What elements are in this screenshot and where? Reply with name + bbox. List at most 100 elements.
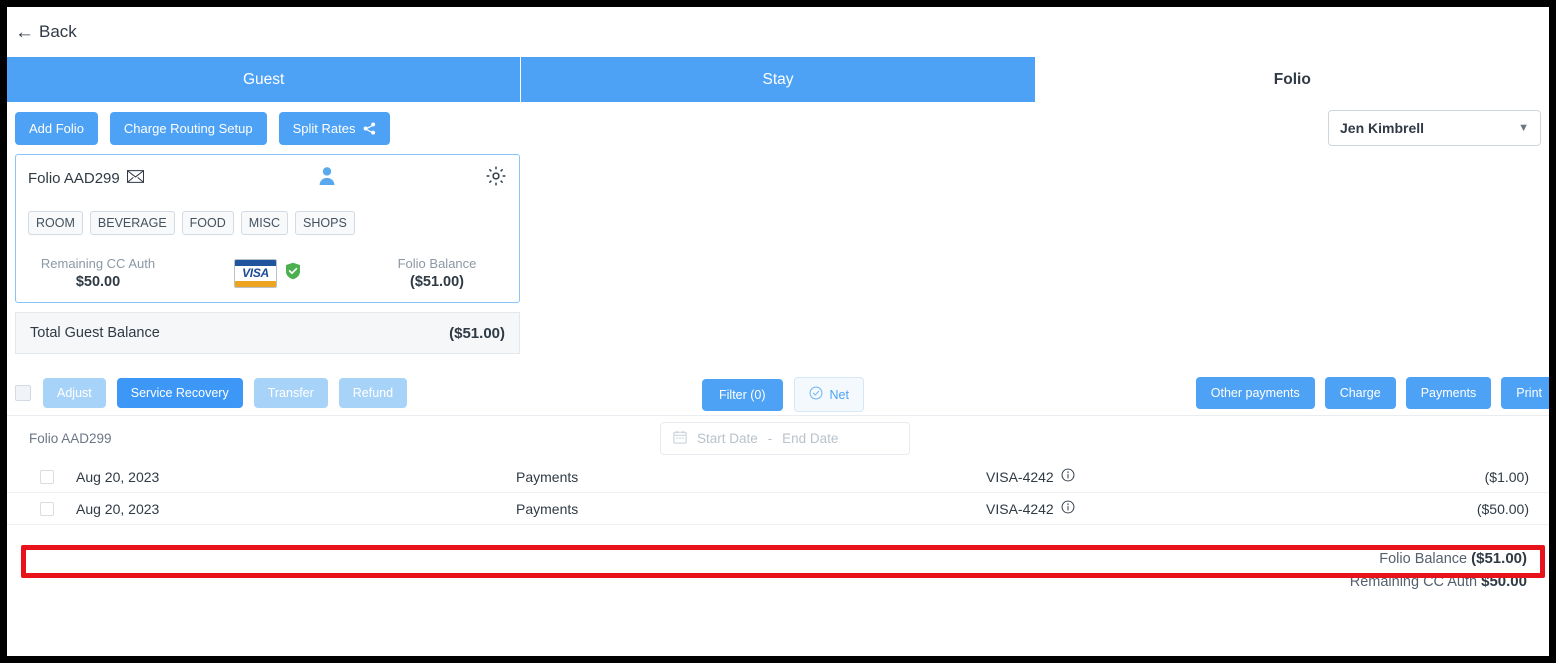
- select-all-checkbox[interactable]: [15, 385, 31, 401]
- refund-label: Refund: [352, 386, 394, 400]
- back-label: Back: [39, 22, 77, 41]
- filter-button[interactable]: Filter (0): [702, 378, 783, 411]
- charge-label: Charge: [1339, 386, 1381, 400]
- folio-category-chips: ROOM BEVERAGE FOOD MISC SHOPS: [28, 211, 507, 235]
- total-guest-balance-label: Total Guest Balance: [30, 325, 160, 341]
- footer-folio-balance: Folio Balance ($51.00): [7, 547, 1527, 570]
- print-button[interactable]: Print: [1501, 377, 1549, 409]
- folio-balance: Folio Balance ($51.00): [367, 256, 507, 290]
- row-checkbox[interactable]: [40, 501, 54, 516]
- chip-food-label: FOOD: [189, 216, 226, 230]
- start-date-input[interactable]: Start Date: [697, 431, 758, 446]
- footer-folio-balance-value: ($51.00): [1471, 550, 1527, 567]
- check-circle-icon: [809, 386, 823, 403]
- table-row[interactable]: Aug 20, 2023 Payments VISA-4242 ($1.00): [7, 461, 1549, 493]
- refund-button[interactable]: Refund: [338, 378, 408, 408]
- shield-check-icon: [285, 262, 301, 285]
- net-label: Net: [829, 387, 849, 402]
- transfer-button[interactable]: Transfer: [253, 378, 328, 408]
- info-icon[interactable]: [1061, 500, 1075, 517]
- tab-folio-label: Folio: [1273, 70, 1311, 88]
- service-recovery-button[interactable]: Service Recovery: [116, 378, 243, 408]
- folio-subheading: Folio AAD299: [29, 431, 112, 446]
- row-amount: ($50.00): [1476, 500, 1529, 517]
- chip-shops[interactable]: SHOPS: [295, 211, 355, 235]
- row-card: VISA-4242: [986, 468, 1286, 485]
- folio-footer-totals: Folio Balance ($51.00) Remaining CC Auth…: [7, 547, 1549, 594]
- footer-remaining-cc-auth-label: Remaining CC Auth: [1349, 574, 1478, 591]
- split-rates-label: Split Rates: [292, 120, 356, 136]
- folio-card-header: Folio AAD299: [28, 165, 507, 191]
- chip-beverage-label: BEVERAGE: [97, 216, 167, 230]
- chevron-down-icon: ▼: [1518, 122, 1529, 134]
- add-folio-label: Add Folio: [29, 120, 84, 136]
- add-folio-button[interactable]: Add Folio: [15, 111, 98, 145]
- tab-folio[interactable]: Folio: [1035, 57, 1549, 102]
- end-date-input[interactable]: End Date: [782, 431, 838, 446]
- footer-remaining-cc-auth-value: $50.00: [1481, 573, 1527, 591]
- footer-remaining-cc-auth: Remaining CC Auth $50.00: [7, 570, 1527, 593]
- total-guest-balance-bar: Total Guest Balance ($51.00): [15, 312, 520, 354]
- folio-title: Folio AAD299: [28, 170, 144, 187]
- chip-shops-label: SHOPS: [303, 216, 347, 230]
- charge-routing-label: Charge Routing Setup: [123, 120, 253, 136]
- tab-stay[interactable]: Stay: [521, 57, 1036, 102]
- table-row[interactable]: Aug 20, 2023 Payments VISA-4242 ($50.00): [7, 493, 1549, 525]
- gear-icon[interactable]: [485, 165, 507, 192]
- folio-balance-value: ($51.00): [409, 274, 464, 290]
- envelope-icon[interactable]: [126, 169, 144, 187]
- transactions-toolbar: Adjust Service Recovery Transfer Refund …: [7, 371, 1549, 415]
- remaining-cc-auth: Remaining CC Auth $50.00: [28, 256, 168, 290]
- other-payments-button[interactable]: Other payments: [1195, 377, 1315, 409]
- chip-misc[interactable]: MISC: [240, 211, 289, 235]
- folio-balance-label: Folio Balance: [397, 256, 477, 271]
- app-screen: ← Back Guest Stay Folio Add Folio Charge…: [7, 7, 1549, 656]
- visa-card-icon: VISA: [234, 258, 277, 288]
- split-rates-button[interactable]: Split Rates: [278, 111, 391, 145]
- chip-food[interactable]: FOOD: [181, 211, 234, 235]
- transfer-label: Transfer: [267, 386, 314, 400]
- back-bar: ← Back: [7, 7, 1549, 57]
- row-date: Aug 20, 2023: [76, 468, 160, 485]
- chip-misc-label: MISC: [248, 216, 281, 230]
- print-label: Print: [1516, 386, 1542, 400]
- row-card-label: VISA-4242: [986, 500, 1054, 517]
- payments-button[interactable]: Payments: [1405, 377, 1492, 409]
- charge-routing-setup-button[interactable]: Charge Routing Setup: [109, 111, 267, 145]
- guest-select[interactable]: Jen Kimbrell ▼: [1328, 110, 1541, 146]
- toolbar-center-group: Filter (0) Net: [702, 377, 864, 412]
- date-range-picker[interactable]: Start Date - End Date: [660, 422, 910, 455]
- remaining-cc-auth-label: Remaining CC Auth: [40, 256, 156, 271]
- calendar-icon: [673, 430, 687, 447]
- footer-folio-balance-label: Folio Balance: [1379, 551, 1468, 567]
- tab-strip: Guest Stay Folio: [7, 57, 1549, 102]
- chip-room[interactable]: ROOM: [28, 211, 83, 235]
- service-recovery-label: Service Recovery: [130, 386, 229, 400]
- row-date: Aug 20, 2023: [76, 500, 160, 517]
- date-range-separator: -: [767, 431, 773, 446]
- info-icon[interactable]: [1061, 468, 1075, 485]
- person-icon[interactable]: [318, 166, 336, 191]
- chip-beverage[interactable]: BEVERAGE: [89, 211, 175, 235]
- folio-title-label: Folio AAD299: [28, 169, 120, 187]
- row-type: Payments: [516, 468, 579, 485]
- adjust-button[interactable]: Adjust: [43, 378, 106, 408]
- transactions-table: Aug 20, 2023 Payments VISA-4242 ($1.00) …: [7, 461, 1549, 525]
- row-card: VISA-4242: [986, 500, 1286, 517]
- visa-brand-label: VISA: [242, 266, 269, 280]
- payments-label: Payments: [1420, 386, 1477, 400]
- row-amount: ($1.00): [1484, 468, 1529, 485]
- tab-guest[interactable]: Guest: [7, 57, 522, 102]
- payment-card-row: VISA: [234, 258, 301, 288]
- guest-select-value: Jen Kimbrell: [1340, 120, 1425, 136]
- total-guest-balance-value: ($51.00): [449, 324, 505, 342]
- other-payments-label: Other payments: [1210, 386, 1300, 400]
- back-button[interactable]: ← Back: [15, 22, 77, 42]
- tab-stay-label: Stay: [762, 70, 794, 88]
- net-toggle-button[interactable]: Net: [793, 377, 864, 412]
- charge-button[interactable]: Charge: [1324, 377, 1396, 409]
- row-type: Payments: [516, 500, 579, 517]
- row-checkbox[interactable]: [40, 469, 54, 484]
- adjust-label: Adjust: [57, 386, 92, 400]
- folio-action-row: Add Folio Charge Routing Setup Split Rat…: [7, 102, 1549, 154]
